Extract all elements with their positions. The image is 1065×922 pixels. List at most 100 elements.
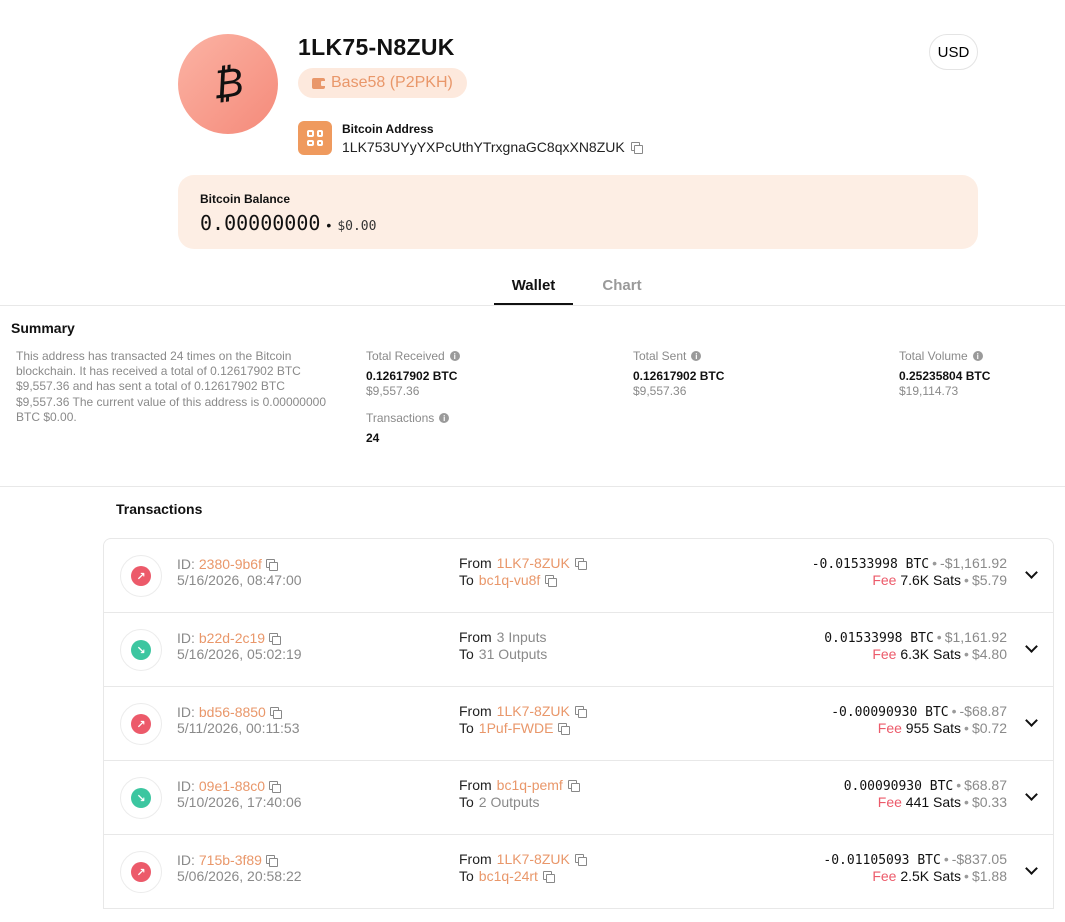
balance-usd: $0.00: [337, 219, 377, 234]
info-icon[interactable]: i: [972, 351, 983, 361]
tx-bullet: •: [956, 777, 962, 793]
copy-icon[interactable]: [558, 722, 571, 735]
info-icon[interactable]: i: [449, 351, 460, 361]
tx-bullet: •: [932, 555, 938, 571]
tx-amount-btc: -0.01533998 BTC: [811, 557, 930, 572]
chevron-down-icon[interactable]: [1025, 568, 1037, 580]
tx-id: ID: 715b-3f89: [177, 852, 278, 868]
table-row[interactable]: ↘ ID: 09e1-88c0 5/10/2026, 17:40:06 From bc1q…: [104, 761, 1053, 835]
tx-to-label: To: [459, 868, 474, 884]
tx-from-value[interactable]: 1LK7-8ZUK: [497, 555, 570, 571]
tx-fee-usd: $0.72: [971, 720, 1007, 736]
tx-to-value[interactable]: bc1q-24rt: [479, 868, 538, 884]
tx-id: ID: 2380-9b6f: [177, 556, 278, 572]
tx-to: To bc1q-24rt: [459, 868, 555, 884]
tx-from-value[interactable]: 1LK7-8ZUK: [497, 703, 570, 719]
currency-toggle-button[interactable]: USD: [929, 34, 978, 70]
tx-to: To 1Puf-FWDE: [459, 720, 571, 736]
copy-icon[interactable]: [574, 557, 587, 570]
arrow-up-right-icon: ↗: [131, 566, 151, 586]
chevron-down-icon[interactable]: [1025, 864, 1037, 876]
tx-fee-sats: 6.3K Sats: [900, 646, 962, 662]
tx-amount-usd: -$837.05: [951, 851, 1007, 867]
info-icon[interactable]: i: [691, 351, 702, 361]
balance-label: Bitcoin Balance: [200, 192, 291, 206]
tx-id-link[interactable]: 715b-3f89: [199, 852, 262, 868]
tx-fee: Fee 7.6K Sats • $5.79: [872, 572, 1007, 588]
tx-to-value: 2 Outputs: [478, 794, 540, 810]
stat-usd: $19,114.73: [899, 384, 959, 398]
tx-to: To bc1q-vu8f: [459, 572, 558, 588]
tx-to-value[interactable]: 1Puf-FWDE: [479, 720, 554, 736]
stat-label: Total Sent: [633, 349, 687, 363]
tx-amount: -0.01105093 BTC • -$837.05: [823, 851, 1007, 868]
tx-bullet: •: [964, 572, 969, 588]
stat-value: 24: [366, 431, 380, 445]
copy-icon[interactable]: [545, 574, 558, 587]
copy-icon[interactable]: [567, 779, 580, 792]
tx-from-label: From: [459, 703, 492, 719]
tx-time: 5/11/2026, 00:11:53: [177, 720, 300, 736]
tx-bullet: •: [964, 720, 969, 736]
info-icon[interactable]: i: [439, 413, 450, 423]
address-header: ₿ 1LK75-N8ZUK Base58 (P2PKH) Bitcoin Add…: [178, 34, 978, 159]
copy-icon[interactable]: [574, 853, 587, 866]
table-row[interactable]: ↗ ID: 2380-9b6f 5/16/2026, 08:47:00 From 1LK7…: [104, 539, 1053, 613]
address-short-title: 1LK75-N8ZUK: [298, 34, 455, 60]
table-row[interactable]: ↘ ID: b22d-2c19 5/16/2026, 05:02:19 From 3 In…: [104, 613, 1053, 687]
chevron-down-icon[interactable]: [1025, 716, 1037, 728]
sent-direction: ↗: [120, 555, 162, 597]
tx-id-link[interactable]: bd56-8850: [199, 704, 266, 720]
tx-amount: 0.01533998 BTC • $1,161.92: [824, 629, 1007, 646]
tx-from-value[interactable]: bc1q-pemf: [497, 777, 563, 793]
tx-fee-label: Fee: [872, 868, 897, 884]
tx-amount-usd: -$1,161.92: [940, 555, 1007, 571]
tab-wallet[interactable]: Wallet: [494, 270, 573, 305]
tx-id-link[interactable]: 09e1-88c0: [199, 778, 265, 794]
copy-icon[interactable]: [269, 706, 282, 719]
tab-chart[interactable]: Chart: [573, 270, 671, 305]
address-full-text: 1LK753UYyYXPcUthYTrxgnaGC8qxXN8ZUK: [342, 139, 625, 155]
chevron-down-icon[interactable]: [1025, 642, 1037, 654]
address-type-badge: Base58 (P2PKH): [298, 68, 467, 98]
tx-time: 5/16/2026, 05:02:19: [177, 646, 302, 662]
tx-id-prefix: ID:: [177, 852, 195, 868]
tx-from-label: From: [459, 555, 492, 571]
tx-amount-btc: -0.00090930 BTC: [831, 705, 949, 720]
table-row[interactable]: ↗ ID: bd56-8850 5/11/2026, 00:11:53 From 1LK7…: [104, 687, 1053, 761]
tx-amount-usd: $68.87: [964, 777, 1007, 793]
address-full: 1LK753UYyYXPcUthYTrxgnaGC8qxXN8ZUK: [342, 139, 643, 155]
copy-icon[interactable]: [630, 141, 643, 154]
tx-id: ID: 09e1-88c0: [177, 778, 282, 794]
sent-direction: ↗: [120, 851, 162, 893]
stat-label: Transactions: [366, 411, 435, 425]
sent-direction: ↗: [120, 703, 162, 745]
stat-usd: $9,557.36: [633, 384, 687, 398]
tx-fee-usd: $5.79: [971, 572, 1007, 588]
tx-time: 5/16/2026, 08:47:00: [177, 572, 302, 588]
received-direction: ↘: [120, 629, 162, 671]
tx-to-label: To: [459, 794, 474, 810]
chevron-down-icon[interactable]: [1025, 790, 1037, 802]
table-row[interactable]: ↗ ID: 715b-3f89 5/06/2026, 20:58:22 From 1LK7…: [104, 835, 1053, 909]
tx-id-prefix: ID:: [177, 778, 195, 794]
tx-from-value[interactable]: 1LK7-8ZUK: [497, 851, 570, 867]
tx-amount-btc: 0.00090930 BTC: [843, 779, 954, 794]
stat-total-volume: Total Volume i 0.25235804 BTC $19,114.73: [899, 349, 990, 398]
address-label: Bitcoin Address: [342, 122, 434, 136]
copy-icon[interactable]: [269, 632, 282, 645]
tx-to-value[interactable]: bc1q-vu8f: [479, 572, 540, 588]
stat-total-received: Total Received i 0.12617902 BTC $9,557.36: [366, 349, 460, 398]
tx-id-link[interactable]: b22d-2c19: [199, 630, 265, 646]
stat-btc: 0.25235804 BTC: [899, 369, 991, 383]
copy-icon[interactable]: [265, 854, 278, 867]
tx-id-link[interactable]: 2380-9b6f: [199, 556, 262, 572]
copy-icon[interactable]: [574, 705, 587, 718]
qr-code-icon[interactable]: [298, 121, 332, 155]
copy-icon[interactable]: [269, 780, 282, 793]
tx-amount-usd: -$68.87: [959, 703, 1007, 719]
tabs-divider: [0, 305, 1065, 306]
copy-icon[interactable]: [265, 558, 278, 571]
copy-icon[interactable]: [542, 870, 555, 883]
tx-fee-sats: 441 Sats: [905, 794, 962, 810]
